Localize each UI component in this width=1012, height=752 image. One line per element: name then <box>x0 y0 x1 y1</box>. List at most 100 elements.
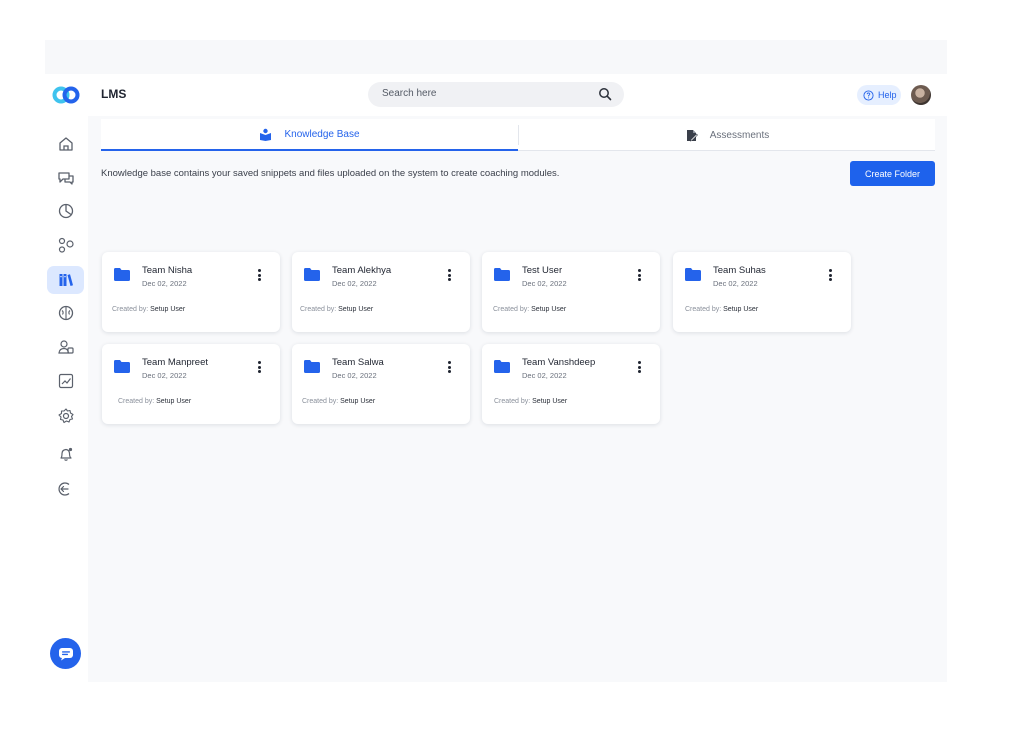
search-icon[interactable] <box>598 87 612 101</box>
folder-icon <box>304 268 320 281</box>
nodes-icon <box>58 237 74 253</box>
created-by-prefix: Created by: <box>118 398 155 405</box>
folder-title: Team Manpreet <box>142 357 209 368</box>
sidebar-item-users[interactable] <box>47 333 84 361</box>
created-by-prefix: Created by: <box>493 306 530 313</box>
folder-date: Dec 02, 2022 <box>142 371 187 380</box>
pie-chart-icon <box>58 203 73 219</box>
folder-card[interactable]: Team Nisha Dec 02, 2022 Created by: Setup … <box>102 252 280 332</box>
chat-bubbles-icon <box>57 172 74 185</box>
folder-date: Dec 02, 2022 <box>522 371 567 380</box>
users-icon <box>57 340 74 354</box>
folder-icon <box>114 268 130 281</box>
sidebar-item-analytics[interactable] <box>47 197 84 225</box>
folder-title: Team Alekhya <box>332 265 392 276</box>
app-title: LMS <box>101 87 127 101</box>
user-avatar[interactable] <box>911 85 931 105</box>
sidebar-item-network[interactable] <box>47 231 84 259</box>
folder-card[interactable]: Test User Dec 02, 2022 Created by: Setup U… <box>482 252 660 332</box>
created-by-user: Setup User <box>532 398 568 405</box>
folder-card[interactable]: Team Manpreet Dec 02, 2022 Created by: Set… <box>102 344 280 424</box>
app-window: LMS Search here Help Knowledge Base Asse… <box>45 40 947 682</box>
folder-created-by: Created by: Setup User <box>302 398 375 405</box>
search-bar[interactable]: Search here <box>368 82 624 107</box>
page-description: Knowledge base contains your saved snipp… <box>101 168 560 179</box>
more-options-icon[interactable] <box>258 269 262 283</box>
more-options-icon[interactable] <box>829 269 833 283</box>
more-options-icon[interactable] <box>258 361 262 375</box>
help-label: Help <box>878 90 897 100</box>
created-by-user: Setup User <box>338 306 374 313</box>
tab-bar: Knowledge Base Assessments <box>101 119 935 151</box>
folder-created-by: Created by: Setup User <box>494 398 567 405</box>
tab-assessments-label: Assessments <box>709 129 770 141</box>
question-circle-icon <box>863 89 874 101</box>
folder-created-by: Created by: Setup User <box>685 306 758 313</box>
logout-icon <box>57 482 69 496</box>
folder-title: Test User <box>522 265 563 276</box>
sidebar-item-brain[interactable] <box>47 299 84 327</box>
created-by-prefix: Created by: <box>112 306 149 313</box>
folder-date: Dec 02, 2022 <box>522 279 567 288</box>
created-by-user: Setup User <box>531 306 567 313</box>
sidebar-item-notifications[interactable] <box>47 440 84 468</box>
brain-icon <box>58 305 73 321</box>
folder-icon <box>685 268 701 281</box>
folder-title: Team Suhas <box>713 265 766 276</box>
folder-icon <box>304 360 320 373</box>
created-by-user: Setup User <box>340 398 376 405</box>
folder-card[interactable]: Team Vanshdeep Dec 02, 2022 Created by: Se… <box>482 344 660 424</box>
tab-assessments[interactable]: Assessments <box>519 119 935 151</box>
folder-date: Dec 02, 2022 <box>332 279 377 288</box>
sidebar-item-library[interactable] <box>47 266 84 294</box>
folder-icon <box>494 360 510 373</box>
sidebar-item-logout[interactable] <box>47 475 84 503</box>
sidebar-item-settings[interactable] <box>47 402 84 430</box>
line-chart-icon <box>58 373 73 389</box>
created-by-prefix: Created by: <box>494 398 531 405</box>
top-strip <box>45 40 947 74</box>
folder-created-by: Created by: Setup User <box>112 306 185 313</box>
knowledge-base-icon <box>260 128 272 141</box>
more-options-icon[interactable] <box>448 269 452 283</box>
created-by-user: Setup User <box>156 398 192 405</box>
more-options-icon[interactable] <box>448 361 452 375</box>
more-options-icon[interactable] <box>638 269 642 283</box>
folder-date: Dec 02, 2022 <box>332 371 377 380</box>
folder-created-by: Created by: Setup User <box>118 398 191 405</box>
created-by-user: Setup User <box>723 306 759 313</box>
help-button[interactable]: Help <box>857 85 901 105</box>
folder-date: Dec 02, 2022 <box>142 279 187 288</box>
bell-icon <box>59 447 72 461</box>
home-icon <box>58 137 73 151</box>
assessment-doc-icon <box>686 129 698 141</box>
create-folder-button[interactable]: Create Folder <box>850 161 935 186</box>
created-by-prefix: Created by: <box>300 306 337 313</box>
folder-title: Team Vanshdeep <box>522 357 596 368</box>
folder-icon <box>114 360 130 373</box>
sidebar-item-home[interactable] <box>47 130 84 158</box>
folder-title: Team Nisha <box>142 265 193 276</box>
sidebar-item-reports[interactable] <box>47 367 84 395</box>
more-options-icon[interactable] <box>638 361 642 375</box>
folder-card[interactable]: Team Salwa Dec 02, 2022 Created by: Setup … <box>292 344 470 424</box>
search-input[interactable]: Search here <box>382 88 436 99</box>
created-by-prefix: Created by: <box>685 306 722 313</box>
books-icon <box>59 274 73 286</box>
tab-knowledge-base[interactable]: Knowledge Base <box>101 119 518 151</box>
chat-support-button[interactable] <box>50 638 81 669</box>
sidebar-item-chat[interactable] <box>47 164 84 192</box>
created-by-prefix: Created by: <box>302 398 339 405</box>
chat-icon <box>58 647 73 660</box>
tab-knowledge-base-label: Knowledge Base <box>284 128 360 140</box>
app-logo-icon[interactable] <box>52 84 80 106</box>
folder-date: Dec 02, 2022 <box>713 279 758 288</box>
top-header: LMS Search here Help <box>45 74 947 116</box>
folder-card[interactable]: Team Alekhya Dec 02, 2022 Created by: Setu… <box>292 252 470 332</box>
sidebar <box>45 116 88 682</box>
gear-icon <box>57 408 74 424</box>
folder-card[interactable]: Team Suhas Dec 02, 2022 Created by: Setup … <box>673 252 851 332</box>
folder-created-by: Created by: Setup User <box>493 306 566 313</box>
folder-icon <box>494 268 510 281</box>
folder-created-by: Created by: Setup User <box>300 306 373 313</box>
